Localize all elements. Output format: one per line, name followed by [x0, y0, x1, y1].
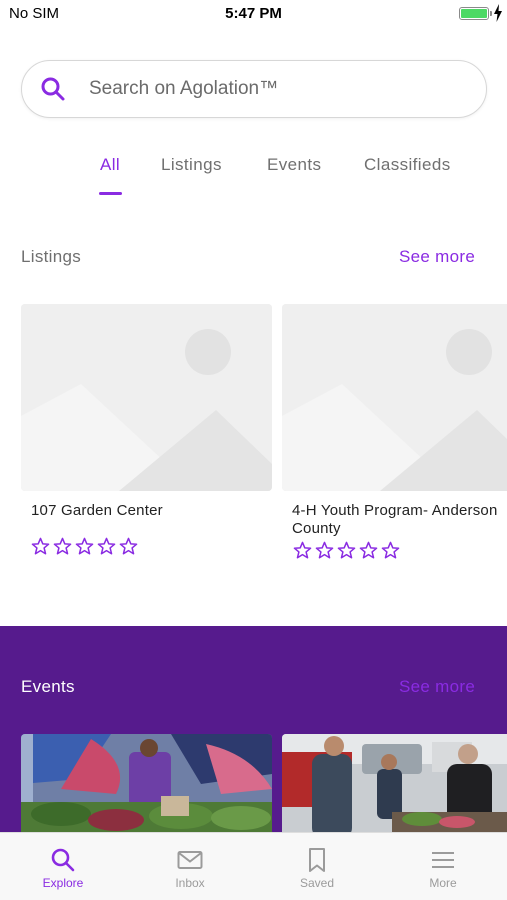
status-bar: No SIM 5:47 PM — [0, 0, 507, 28]
tab-classifieds[interactable]: Classifieds — [364, 155, 451, 175]
tab-all[interactable]: All — [100, 155, 120, 175]
search-input[interactable] — [89, 74, 469, 104]
tab-listings[interactable]: Listings — [161, 155, 222, 175]
listing-card-title[interactable]: 107 Garden Center — [31, 502, 163, 520]
nav-saved[interactable]: Saved — [254, 833, 380, 900]
nav-more[interactable]: More — [380, 833, 506, 900]
listings-see-more-link[interactable]: See more — [399, 247, 475, 267]
nav-inbox-label: Inbox — [175, 876, 205, 890]
image-placeholder-icon — [282, 304, 507, 491]
market-produce-photo — [21, 734, 272, 838]
star-outline-icon — [315, 541, 334, 559]
listing-card-image[interactable] — [282, 304, 507, 491]
star-outline-icon — [381, 541, 400, 559]
market-vendors-photo — [282, 734, 507, 838]
mail-icon — [177, 851, 203, 869]
event-card-image[interactable] — [282, 734, 507, 838]
nav-inbox[interactable]: Inbox — [127, 833, 253, 900]
battery-icon — [459, 7, 492, 20]
nav-more-label: More — [429, 876, 457, 890]
nav-saved-label: Saved — [299, 876, 335, 890]
listing-rating-stars — [31, 537, 138, 557]
bookmark-icon — [309, 848, 325, 872]
events-section-title: Events — [21, 677, 75, 696]
star-outline-icon — [31, 537, 50, 555]
bottom-tab-bar: Explore Inbox Saved More — [0, 832, 507, 900]
listing-card-title-line: 4-H Youth Program- Anderson — [292, 502, 498, 519]
image-placeholder-icon — [21, 304, 272, 491]
nav-explore[interactable]: Explore — [0, 833, 126, 900]
star-outline-icon — [75, 537, 94, 555]
star-outline-icon — [337, 541, 356, 559]
category-tabs: All Listings Events Classifieds — [0, 155, 507, 200]
event-card-image[interactable] — [21, 734, 272, 838]
listing-rating-stars — [293, 541, 400, 561]
listing-card-image[interactable] — [21, 304, 272, 491]
star-outline-icon — [293, 541, 312, 559]
nav-explore-label: Explore — [42, 876, 84, 890]
clock: 5:47 PM — [225, 5, 282, 22]
listing-card-title-line: County — [292, 520, 341, 537]
star-outline-icon — [119, 537, 138, 555]
tab-events[interactable]: Events — [267, 155, 321, 175]
star-outline-icon — [359, 541, 378, 559]
listing-card-title[interactable]: 4-H Youth Program- Anderson County — [292, 502, 498, 538]
active-tab-indicator — [99, 192, 122, 195]
star-outline-icon — [53, 537, 72, 555]
search-icon — [51, 848, 75, 872]
listings-section-title: Listings — [21, 247, 82, 266]
battery-level — [461, 9, 487, 18]
star-outline-icon — [97, 537, 116, 555]
charging-icon — [494, 4, 502, 22]
menu-icon — [432, 852, 454, 868]
events-see-more-link[interactable]: See more — [399, 677, 475, 697]
search-icon — [41, 77, 65, 101]
